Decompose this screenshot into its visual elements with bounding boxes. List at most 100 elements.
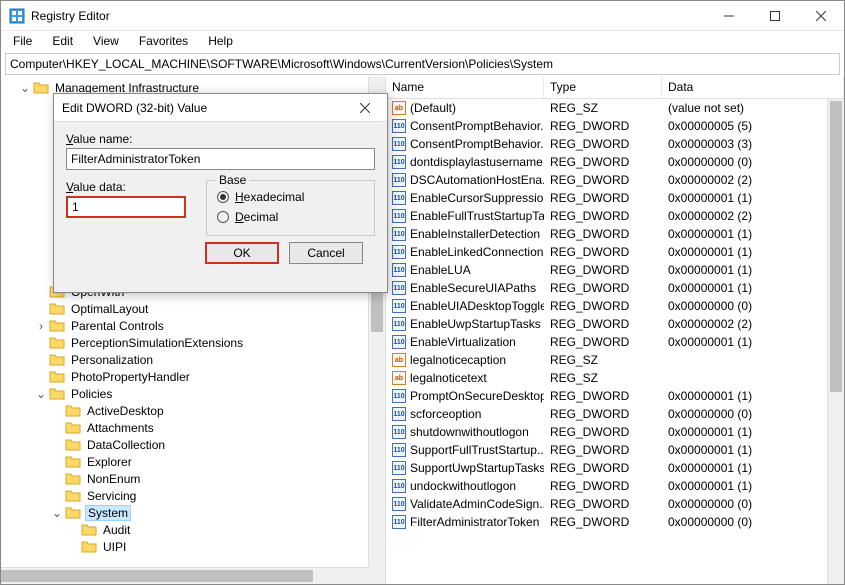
- list-header: Name Type Data: [386, 77, 844, 99]
- maximize-button[interactable]: [752, 1, 798, 31]
- value-data: 0x00000003 (3): [662, 137, 844, 151]
- list-row[interactable]: 110EnableFullTrustStartupTa...REG_DWORD0…: [386, 207, 844, 225]
- value-name-input[interactable]: [66, 148, 375, 170]
- tree-item[interactable]: ActiveDesktop: [1, 402, 385, 419]
- tree-item[interactable]: Audit: [1, 521, 385, 538]
- list-row[interactable]: 110SupportUwpStartupTasksREG_DWORD0x0000…: [386, 459, 844, 477]
- close-button[interactable]: [798, 1, 844, 31]
- list-row[interactable]: 110EnableInstallerDetectionREG_DWORD0x00…: [386, 225, 844, 243]
- tree-item[interactable]: OptimalLayout: [1, 300, 385, 317]
- list-row[interactable]: 110DSCAutomationHostEna...REG_DWORD0x000…: [386, 171, 844, 189]
- chevron-right-icon[interactable]: ›: [33, 319, 49, 333]
- value-data: 0x00000000 (0): [662, 497, 844, 511]
- tree-horizontal-scrollbar[interactable]: [1, 567, 368, 584]
- list-row[interactable]: ab(Default)REG_SZ(value not set): [386, 99, 844, 117]
- dword-value-icon: 110: [392, 137, 406, 151]
- list-row[interactable]: 110EnableVirtualizationREG_DWORD0x000000…: [386, 333, 844, 351]
- column-name[interactable]: Name: [386, 77, 544, 98]
- list-row[interactable]: 110PromptOnSecureDesktopREG_DWORD0x00000…: [386, 387, 844, 405]
- value-type: REG_SZ: [544, 371, 662, 385]
- list-row[interactable]: 110EnableLUAREG_DWORD0x00000001 (1): [386, 261, 844, 279]
- address-bar[interactable]: Computer\HKEY_LOCAL_MACHINE\SOFTWARE\Mic…: [5, 53, 840, 75]
- list-row[interactable]: 110dontdisplaylastusernameREG_DWORD0x000…: [386, 153, 844, 171]
- dword-value-icon: 110: [392, 479, 406, 493]
- value-data: 0x00000002 (2): [662, 173, 844, 187]
- value-data: 0x00000005 (5): [662, 119, 844, 133]
- folder-icon: [33, 80, 49, 96]
- menu-favorites[interactable]: Favorites: [131, 32, 196, 50]
- tree-item[interactable]: NonEnum: [1, 470, 385, 487]
- list-row[interactable]: ablegalnoticetextREG_SZ: [386, 369, 844, 387]
- dword-value-icon: 110: [392, 515, 406, 529]
- list-row[interactable]: 110ConsentPromptBehavior...REG_DWORD0x00…: [386, 135, 844, 153]
- folder-icon: [65, 420, 81, 436]
- tree-item[interactable]: ⌄ Policies: [1, 385, 385, 402]
- value-type: REG_SZ: [544, 101, 662, 115]
- tree-item[interactable]: Explorer: [1, 453, 385, 470]
- value-name: legalnoticetext: [410, 371, 487, 385]
- ok-button[interactable]: OK: [205, 242, 279, 264]
- menu-edit[interactable]: Edit: [44, 32, 81, 50]
- value-name: EnableFullTrustStartupTa...: [410, 209, 544, 223]
- tree-item-label: Attachments: [85, 421, 156, 435]
- list-row[interactable]: 110ConsentPromptBehavior...REG_DWORD0x00…: [386, 117, 844, 135]
- list-row[interactable]: 110EnableCursorSuppressionREG_DWORD0x000…: [386, 189, 844, 207]
- tree-item[interactable]: ›Parental Controls: [1, 317, 385, 334]
- menu-view[interactable]: View: [85, 32, 127, 50]
- value-name: scforceoption: [410, 407, 481, 421]
- menu-help[interactable]: Help: [200, 32, 241, 50]
- folder-icon: [65, 454, 81, 470]
- list-row[interactable]: ablegalnoticecaptionREG_SZ: [386, 351, 844, 369]
- value-name: ConsentPromptBehavior...: [410, 119, 544, 133]
- value-data-input[interactable]: [66, 196, 186, 218]
- cancel-button[interactable]: Cancel: [289, 242, 363, 264]
- list-row[interactable]: 110EnableLinkedConnectionsREG_DWORD0x000…: [386, 243, 844, 261]
- value-name: DSCAutomationHostEna...: [410, 173, 544, 187]
- radio-decimal[interactable]: Decimal: [217, 207, 364, 227]
- tree-item[interactable]: Attachments: [1, 419, 385, 436]
- tree-item[interactable]: PerceptionSimulationExtensions: [1, 334, 385, 351]
- tree-item-label: Policies: [69, 387, 114, 401]
- tree-item[interactable]: Personalization: [1, 351, 385, 368]
- list-vertical-scrollbar[interactable]: [827, 99, 844, 584]
- folder-icon: [65, 437, 81, 453]
- column-type[interactable]: Type: [544, 77, 662, 98]
- dialog-close-button[interactable]: [351, 94, 379, 122]
- list-row[interactable]: 110EnableUIADesktopToggleREG_DWORD0x0000…: [386, 297, 844, 315]
- value-type: REG_DWORD: [544, 479, 662, 493]
- value-type: REG_DWORD: [544, 209, 662, 223]
- folder-icon: [49, 352, 65, 368]
- tree-item[interactable]: ⌄System: [1, 504, 385, 521]
- chevron-down-icon[interactable]: ⌄: [49, 506, 65, 520]
- tree-item[interactable]: PhotoPropertyHandler: [1, 368, 385, 385]
- list-row[interactable]: 110ValidateAdminCodeSign...REG_DWORD0x00…: [386, 495, 844, 513]
- list-row[interactable]: 110EnableUwpStartupTasksREG_DWORD0x00000…: [386, 315, 844, 333]
- dword-value-icon: 110: [392, 461, 406, 475]
- column-data[interactable]: Data: [662, 77, 844, 98]
- chevron-down-icon[interactable]: ⌄: [33, 387, 49, 401]
- folder-icon: [81, 522, 97, 538]
- list-row[interactable]: 110scforceoptionREG_DWORD0x00000000 (0): [386, 405, 844, 423]
- value-type: REG_DWORD: [544, 281, 662, 295]
- menu-file[interactable]: File: [5, 32, 40, 50]
- tree-item[interactable]: DataCollection: [1, 436, 385, 453]
- value-name: EnableVirtualization: [410, 335, 516, 349]
- dialog-title: Edit DWORD (32-bit) Value: [62, 101, 351, 115]
- radio-icon: [217, 191, 229, 203]
- folder-icon: [49, 386, 65, 402]
- chevron-down-icon[interactable]: ⌄: [17, 81, 33, 95]
- value-data: 0x00000001 (1): [662, 443, 844, 457]
- radio-hexadecimal[interactable]: Hexadecimal: [217, 187, 364, 207]
- list-row[interactable]: 110FilterAdministratorTokenREG_DWORD0x00…: [386, 513, 844, 531]
- list-row[interactable]: 110SupportFullTrustStartup...REG_DWORD0x…: [386, 441, 844, 459]
- tree-item[interactable]: Servicing: [1, 487, 385, 504]
- value-data: 0x00000001 (1): [662, 461, 844, 475]
- tree-item-label: NonEnum: [85, 472, 142, 486]
- list-row[interactable]: 110EnableSecureUIAPathsREG_DWORD0x000000…: [386, 279, 844, 297]
- list-row[interactable]: 110undockwithoutlogonREG_DWORD0x00000001…: [386, 477, 844, 495]
- value-name: legalnoticecaption: [410, 353, 506, 367]
- tree-item[interactable]: UIPI: [1, 538, 385, 555]
- minimize-button[interactable]: [706, 1, 752, 31]
- list-row[interactable]: 110shutdownwithoutlogonREG_DWORD0x000000…: [386, 423, 844, 441]
- value-data-label: Value data:: [66, 180, 186, 194]
